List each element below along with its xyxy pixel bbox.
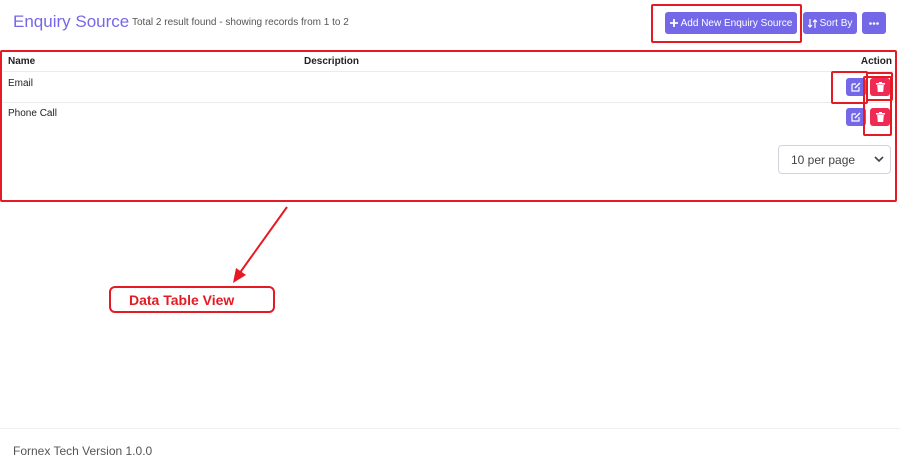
data-table-view-callout: Data Table View	[109, 286, 275, 313]
annotation-arrow-icon	[233, 206, 288, 283]
page-footer: Fornex Tech Version 1.0.0	[0, 428, 900, 473]
footer-version: Fornex Tech Version 1.0.0	[13, 444, 153, 458]
